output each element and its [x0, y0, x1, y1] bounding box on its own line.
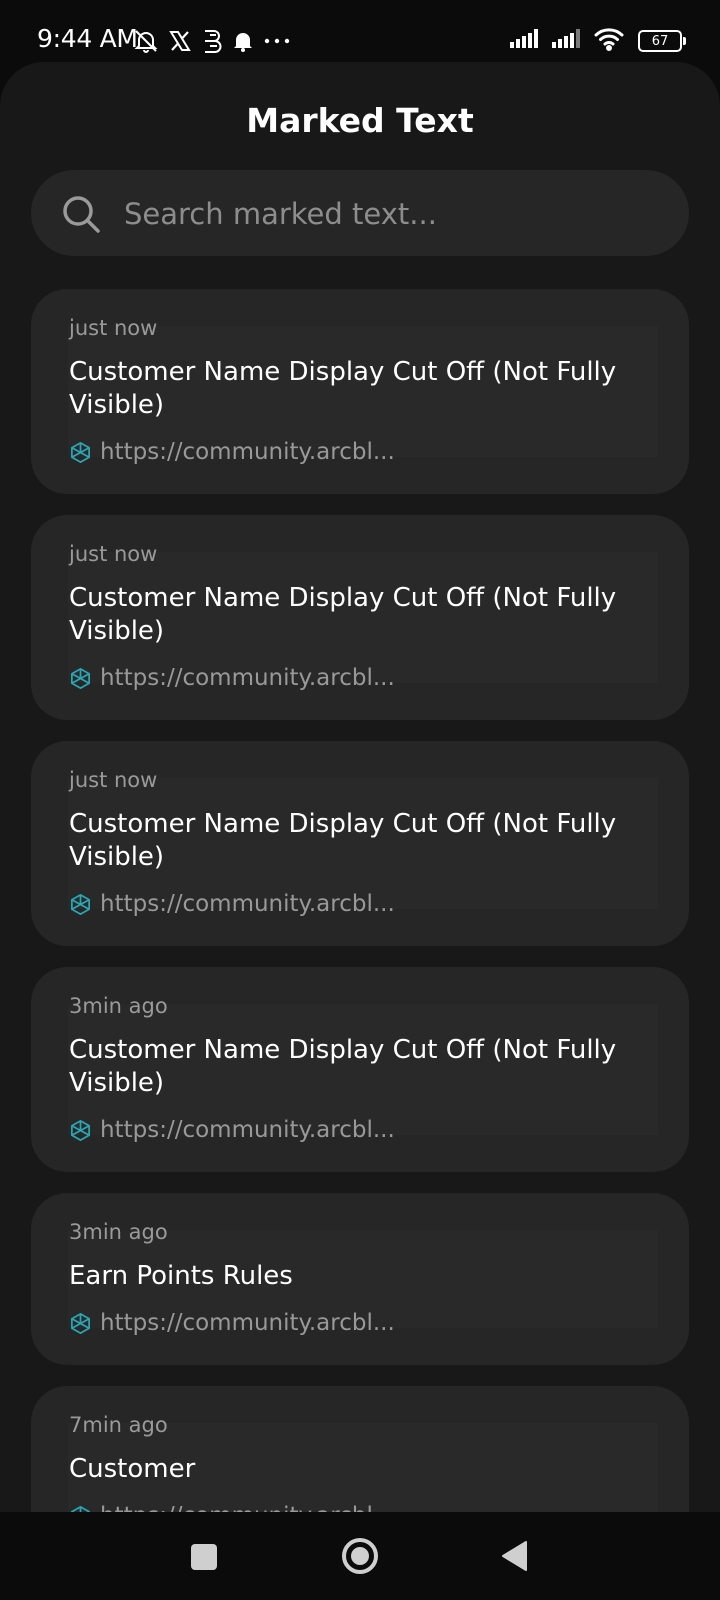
battery-icon: 67	[638, 30, 686, 52]
search-bar[interactable]: Search marked text...	[31, 170, 689, 256]
card-source-link[interactable]: https://community.arcbl...	[69, 436, 395, 468]
home-button[interactable]	[340, 1536, 380, 1576]
card-url: https://community.arcbl...	[100, 1310, 395, 1336]
card-timestamp: 7min ago	[69, 1413, 168, 1437]
arcblock-logo-icon	[71, 893, 90, 915]
search-icon	[63, 196, 100, 233]
card-url: https://community.arcbl...	[100, 1500, 395, 1512]
card-source-link[interactable]: https://community.arcbl...	[69, 1500, 395, 1512]
signal-icon	[552, 28, 584, 54]
notification-icons	[133, 24, 291, 58]
card-title: Customer	[69, 1454, 196, 1484]
card-title: Customer Name Display Cut Off (Not Fully…	[69, 583, 617, 646]
card-url: https://community.arcbl...	[100, 665, 395, 691]
bell-icon	[233, 30, 253, 52]
status-time: 9:44 AM	[37, 24, 138, 53]
card-url: https://community.arcbl...	[100, 439, 395, 465]
card-title: Customer Name Display Cut Off (Not Fully…	[69, 809, 617, 872]
card-source-link[interactable]: https://community.arcbl...	[69, 662, 395, 694]
system-navigation-bar	[0, 1512, 720, 1600]
screen: 9:44 AM 67 Marked Text Search marked tex…	[0, 0, 720, 1600]
card-title: Customer Name Display Cut Off (Not Fully…	[69, 357, 617, 420]
marked-text-card[interactable]: 7min ago Customer https://community.arcb…	[31, 1386, 689, 1512]
arcblock-logo-icon	[71, 1119, 90, 1141]
card-source-link[interactable]: https://community.arcbl...	[69, 1307, 395, 1339]
arcblock-logo-icon	[71, 1505, 90, 1512]
status-bar: 9:44 AM 67	[0, 0, 720, 62]
card-url: https://community.arcbl...	[100, 891, 395, 917]
card-timestamp: just now	[69, 768, 158, 792]
recents-button[interactable]	[191, 1544, 217, 1570]
card-timestamp: 3min ago	[69, 994, 168, 1018]
card-timestamp: just now	[69, 316, 158, 340]
marked-text-card[interactable]: just now Customer Name Display Cut Off (…	[31, 741, 689, 946]
card-title: Earn Points Rules	[69, 1261, 293, 1291]
arcblock-logo-icon	[71, 441, 90, 463]
card-url: https://community.arcbl...	[100, 1117, 395, 1143]
back-button[interactable]	[500, 1540, 528, 1572]
arcblock-logo-icon	[71, 667, 90, 689]
marked-text-card[interactable]: just now Customer Name Display Cut Off (…	[31, 515, 689, 720]
marked-text-card[interactable]: 3min ago Customer Name Display Cut Off (…	[31, 967, 689, 1172]
mute-bell-icon	[133, 28, 159, 54]
signal-icon	[510, 28, 542, 54]
marked-text-card[interactable]: 3min ago Earn Points Rules https://commu…	[31, 1193, 689, 1365]
more-dots-icon	[263, 36, 291, 46]
marked-text-panel: Marked Text Search marked text... just n…	[0, 62, 720, 1512]
arcblock-logo-icon	[71, 1312, 90, 1334]
card-title: Customer Name Display Cut Off (Not Fully…	[69, 1035, 617, 1098]
card-timestamp: just now	[69, 542, 158, 566]
card-source-link[interactable]: https://community.arcbl...	[69, 1114, 395, 1146]
marked-text-card[interactable]: just now Customer Name Display Cut Off (…	[31, 289, 689, 494]
card-source-link[interactable]: https://community.arcbl...	[69, 888, 395, 920]
system-icons: 67	[510, 24, 686, 58]
x-logo-icon	[169, 30, 191, 52]
search-input[interactable]: Search marked text...	[124, 194, 437, 234]
wifi-icon	[594, 27, 624, 55]
b-app-icon	[201, 28, 223, 54]
page-title: Marked Text	[246, 101, 474, 140]
card-timestamp: 3min ago	[69, 1220, 168, 1244]
